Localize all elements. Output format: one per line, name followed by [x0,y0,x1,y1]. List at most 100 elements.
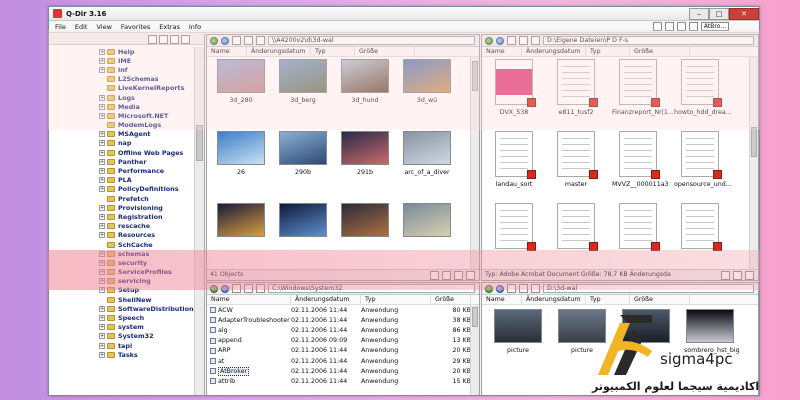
image-thumbnail[interactable]: 291b [339,131,391,176]
image-thumbnail[interactable]: 3d_280 [215,59,267,104]
pane-bl-path[interactable]: C:\Windows\System32 [268,284,475,293]
col-type[interactable]: Typ [586,46,630,57]
tree-item[interactable]: + PolicyDefinitions [49,185,194,194]
expand-icon[interactable]: + [99,94,105,101]
tree-item[interactable]: + IME [49,56,194,65]
tree-grid-icon[interactable] [148,34,157,44]
pdf-thumbnail[interactable]: master [550,131,602,188]
tree-window-icon[interactable] [159,34,168,44]
up-folder-icon[interactable] [507,36,516,45]
forward-icon[interactable] [496,284,504,293]
image-thumbnail[interactable]: 3d_wü [401,59,453,104]
image-thumbnail[interactable] [215,203,267,241]
expand-icon[interactable]: + [99,149,105,156]
view-mode-icon[interactable] [519,284,528,293]
table-row[interactable]: ARP 02.11.2006 11:44 Anwendung 20 KB [207,346,479,356]
filter-icon[interactable] [721,270,730,280]
tree-item[interactable]: + Help [49,47,194,56]
col-date[interactable]: Änderungsdatum [522,294,586,305]
menu-file[interactable]: File [55,23,66,31]
pdf-thumbnail[interactable]: Finanzreport_Nr|1... [612,59,674,116]
expand-icon[interactable]: + [99,186,105,193]
resize-icon[interactable] [466,270,475,280]
pdf-thumbnail[interactable]: howto_hdd_drea... [674,59,732,116]
expand-icon[interactable]: + [99,223,105,230]
tree-scroll-thumb[interactable] [196,125,203,161]
tree-item[interactable]: + PLA [49,176,194,185]
up-folder-icon[interactable] [232,36,241,45]
image-thumbnail[interactable] [401,203,453,241]
forward-icon[interactable] [221,284,229,293]
col-size[interactable]: Größe [630,46,690,57]
expand-icon[interactable]: + [99,204,105,211]
expand-icon[interactable]: + [99,342,105,349]
col-name[interactable]: Name [207,294,291,305]
pdf-thumbnail[interactable] [612,203,664,253]
star-icon[interactable] [676,22,686,31]
pane-tl-scroll-thumb[interactable] [472,61,478,91]
tree-item[interactable]: + Resources [49,231,194,240]
tree-item[interactable]: + rescache [49,222,194,231]
tree-item[interactable]: + MSAgent [49,130,194,139]
back-icon[interactable] [210,36,218,45]
image-thumbnail[interactable]: 26 [215,131,267,176]
menu-view[interactable]: View [96,23,111,31]
tree-item[interactable]: + System32 [49,332,194,341]
pane-bl-scrollbar[interactable] [470,305,479,395]
tree-item[interactable]: + tapi [49,341,194,350]
tree-item[interactable]: + system [49,323,194,332]
expand-icon[interactable]: + [99,112,105,119]
expand-icon[interactable]: + [99,66,105,73]
table-row[interactable]: AtBroker 02.11.2006 11:44 Anwendung 20 KB [207,366,479,376]
table-row[interactable]: alg 02.11.2006 11:44 Anwendung 86 KB [207,325,479,335]
tree-item[interactable]: + ServiceProfiles [49,268,194,277]
pane-bl-scroll-thumb[interactable] [472,307,478,327]
expand-icon[interactable]: + [99,259,105,266]
expand-icon[interactable]: + [99,324,105,331]
menu-info[interactable]: Info [189,23,201,31]
tree-item[interactable]: + Offline Web Pages [49,148,194,157]
expand-icon[interactable]: + [99,213,105,220]
pdf-thumbnail[interactable]: landau_sort [488,131,540,188]
col-date[interactable]: Änderungsdatum [522,46,586,57]
tree-item[interactable]: + inf [49,65,194,74]
view-mode-icon[interactable] [519,36,528,45]
tree-item[interactable]: + SoftwareDistribution [49,304,194,313]
col-size[interactable]: Größe [630,294,690,305]
col-type[interactable]: Typ [311,46,355,57]
tree-item[interactable]: + Speech [49,313,194,322]
image-thumbnail[interactable]: sombrero_hst_big [684,309,740,354]
pdf-thumbnail[interactable] [488,203,540,253]
menu-favorites[interactable]: Favorites [121,23,150,31]
tree-item[interactable]: + servicing [49,277,194,286]
view-mode-icon[interactable] [244,36,253,45]
pdf-thumbnail[interactable] [550,203,602,253]
col-date[interactable]: Änderungsdatum [291,294,361,305]
col-name[interactable]: Name [207,46,247,57]
expand-icon[interactable]: + [99,48,105,55]
view-mode-icon[interactable] [244,284,253,293]
expand-icon[interactable]: + [99,177,105,184]
col-type[interactable]: Typ [586,294,630,305]
expand-icon[interactable]: + [99,103,105,110]
expand-icon[interactable]: + [99,315,105,322]
col-name[interactable]: Name [482,46,522,57]
up-folder-icon[interactable] [507,284,516,293]
table-row[interactable]: AdapterTroubleshooter 02.11.2006 11:44 Anw… [207,315,479,325]
image-thumbnail[interactable]: arc_of_a_diver [401,131,453,176]
forward-icon[interactable] [496,36,504,45]
image-thumbnail[interactable]: picture [492,309,544,354]
menu-extras[interactable]: Extras [159,23,180,31]
col-size[interactable]: Größe [431,294,471,305]
tree-item[interactable]: ShellNew [49,295,194,304]
layout-icon[interactable] [652,22,662,31]
expand-icon[interactable]: + [99,158,105,165]
pdf-thumbnail[interactable] [674,203,726,253]
expand-icon[interactable]: + [99,131,105,138]
pane-br-path[interactable]: D:\3d-wal [543,284,754,293]
folder-size-icon[interactable] [733,270,742,280]
pane-tl-path[interactable]: \\A4200v2\d\3d-wal [268,36,475,45]
image-thumbnail[interactable]: 3d_hund [339,59,391,104]
col-date[interactable]: Änderungsdatum [247,46,311,57]
tree-item[interactable]: + Registration [49,212,194,221]
